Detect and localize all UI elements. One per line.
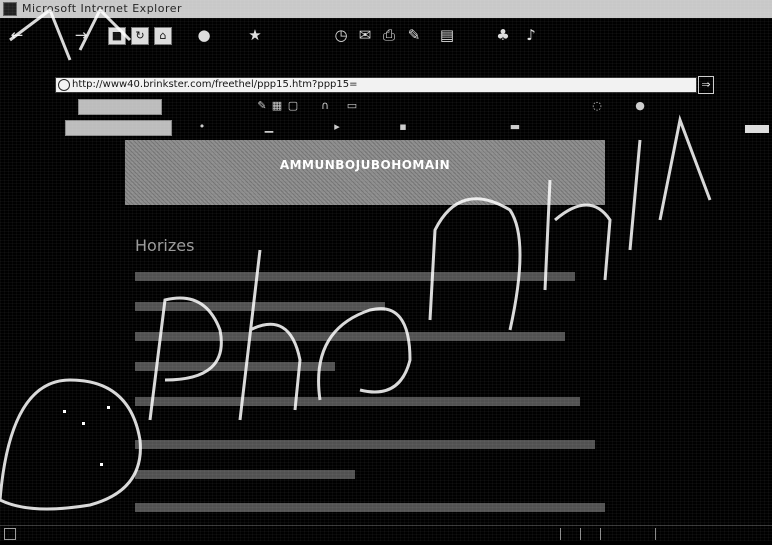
spell-icon[interactable]: ◌ xyxy=(590,99,604,112)
align-icon[interactable]: ▪ xyxy=(396,120,410,133)
address-bar[interactable]: http://www40.brinkster.com/freethel/ppp1… xyxy=(55,77,697,93)
indent-icon[interactable]: ▸ xyxy=(330,120,344,133)
table-icon[interactable]: ▦ xyxy=(270,99,284,112)
font-toolbar: • ▁ ▸ ▪ ▬ xyxy=(0,117,772,137)
edit-icon[interactable]: ✎ xyxy=(403,24,425,46)
browser-toolbar: ← → ■ ↻ ⌂ ● ★ ◷ ✉ ⎙ ✎ ▤ ♣ ♪ xyxy=(0,18,772,76)
status-divider xyxy=(560,528,561,540)
go-button[interactable]: ⇒ xyxy=(698,76,714,94)
text-line xyxy=(135,332,565,341)
page-icon xyxy=(58,79,70,91)
bullet-dot xyxy=(100,463,103,466)
forward-icon[interactable]: → xyxy=(70,24,92,46)
text-line xyxy=(135,503,605,512)
status-divider xyxy=(655,528,656,540)
banner-text: AMMUNBOJUBOHOMAIN xyxy=(279,158,451,172)
favorites-icon[interactable]: ★ xyxy=(244,24,266,46)
status-divider xyxy=(580,528,581,540)
back-icon[interactable]: ← xyxy=(6,24,28,46)
pencil-icon[interactable]: ✎ xyxy=(255,99,269,112)
title-bar: Microsoft Internet Explorer xyxy=(0,0,772,19)
page-heading: Horizes xyxy=(135,236,195,255)
bullet-dot xyxy=(63,410,66,413)
frame-icon[interactable]: ▢ xyxy=(286,99,300,112)
link-icon[interactable]: ∩ xyxy=(318,99,332,112)
media-icon[interactable]: ♪ xyxy=(520,24,542,46)
history-icon[interactable]: ◷ xyxy=(330,24,352,46)
text-line xyxy=(135,397,580,406)
status-divider xyxy=(600,528,601,540)
color-icon[interactable]: ▬ xyxy=(508,120,522,133)
home-icon[interactable]: ⌂ xyxy=(154,27,172,45)
bullet-icon[interactable]: • xyxy=(195,120,209,133)
bullet-dot xyxy=(107,406,110,409)
print-icon[interactable]: ⎙ xyxy=(378,24,400,46)
tool-icon[interactable]: ● xyxy=(633,99,647,112)
font-dropdown[interactable] xyxy=(65,120,172,136)
discuss-icon[interactable]: ▤ xyxy=(436,24,458,46)
image-icon[interactable]: ▭ xyxy=(345,99,359,112)
status-bar xyxy=(0,525,772,542)
page-banner: AMMUNBOJUBOHOMAIN xyxy=(125,140,605,205)
refresh-icon[interactable]: ↻ xyxy=(131,27,149,45)
bullet-dot xyxy=(82,422,85,425)
messenger-icon[interactable]: ♣ xyxy=(492,24,514,46)
stop-icon[interactable]: ■ xyxy=(108,27,126,45)
mail-icon[interactable]: ✉ xyxy=(354,24,376,46)
style-dropdown[interactable] xyxy=(78,99,162,115)
format-toolbar: ✎ ▦ ▢ ∩ ▭ ◌ ● xyxy=(0,95,772,117)
text-line xyxy=(135,470,355,479)
text-line xyxy=(135,302,385,311)
window-title: Microsoft Internet Explorer xyxy=(22,2,183,15)
search-icon[interactable]: ● xyxy=(193,24,215,46)
status-page-icon xyxy=(4,528,16,540)
text-line xyxy=(135,272,575,281)
toolbar-handle[interactable] xyxy=(745,125,769,133)
text-line xyxy=(135,362,335,371)
text-line xyxy=(135,440,595,449)
browser-icon xyxy=(3,2,17,16)
underline-icon[interactable]: ▁ xyxy=(262,120,276,133)
address-url[interactable]: http://www40.brinkster.com/freethel/ppp1… xyxy=(72,78,358,92)
